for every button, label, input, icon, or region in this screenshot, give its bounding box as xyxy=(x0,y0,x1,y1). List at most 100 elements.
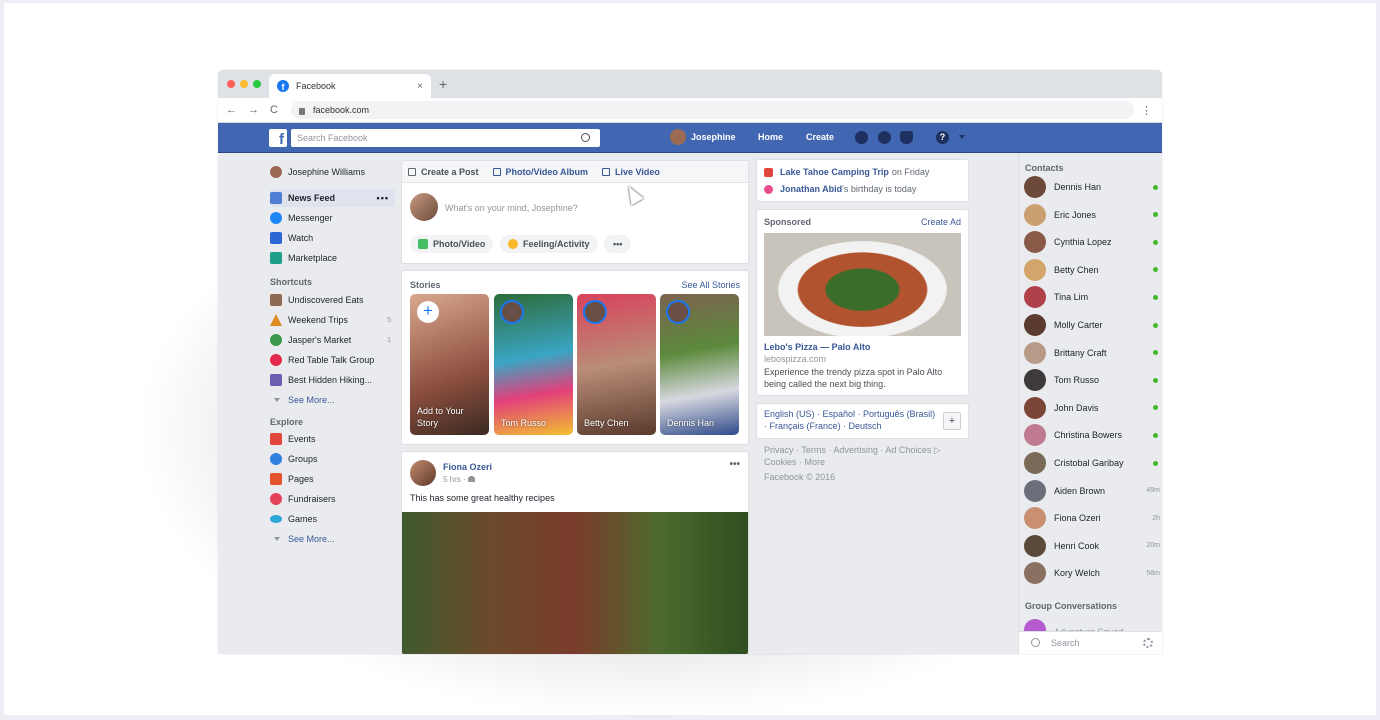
photo-video-button[interactable]: Photo/Video xyxy=(410,235,494,253)
contacts-search-input[interactable]: Search xyxy=(1019,631,1162,654)
contact-item[interactable]: John Davis xyxy=(1024,396,1160,420)
hiking-icon xyxy=(270,374,282,386)
minimize-window-icon[interactable] xyxy=(240,80,248,88)
explore-see-more-link[interactable]: See More... xyxy=(270,534,335,544)
sidebar-item-groups[interactable]: Groups xyxy=(270,450,395,468)
contact-name: Tina Lim xyxy=(1054,292,1089,303)
news-feed-more-button[interactable]: ••• xyxy=(377,193,389,203)
profile-name: Josephine Williams xyxy=(288,167,366,177)
contact-item[interactable]: Tina Lim xyxy=(1024,285,1160,309)
contact-item[interactable]: Kory Welch 58m xyxy=(1024,561,1160,585)
sidebar-item-news-feed[interactable]: News Feed ••• xyxy=(270,189,395,207)
footer-links[interactable]: Privacy · Terms · Advertising · Ad Choic… xyxy=(764,445,941,456)
post-photo[interactable] xyxy=(402,512,748,654)
story-tom-russo[interactable]: Tom Russo xyxy=(494,294,573,435)
close-window-icon[interactable] xyxy=(227,80,235,88)
feeling-activity-button[interactable]: Feeling/Activity xyxy=(500,235,598,253)
new-tab-button[interactable]: + xyxy=(439,76,447,92)
see-all-stories-link[interactable]: See All Stories xyxy=(681,280,740,290)
shortcuts-see-more-link[interactable]: See More... xyxy=(270,395,335,405)
contact-item[interactable]: Cynthia Lopez xyxy=(1024,230,1160,254)
contact-item[interactable]: Eric Jones xyxy=(1024,203,1160,227)
browser-menu-button[interactable]: ⋮ xyxy=(1141,104,1152,117)
post-options-button[interactable]: ••• xyxy=(729,459,740,470)
composer-input[interactable]: What's on your mind, Josephine? xyxy=(445,203,578,213)
sidebar-item-messenger[interactable]: Messenger xyxy=(270,209,395,227)
post-author[interactable]: Fiona Ozeri xyxy=(443,462,492,472)
help-icon[interactable]: ? xyxy=(936,131,949,144)
story-add[interactable]: + Add to Your Story xyxy=(410,294,489,435)
profile-link[interactable]: Josephine Williams xyxy=(270,163,395,181)
post-time-text: 5 hrs · xyxy=(443,475,468,484)
contact-item[interactable]: Henri Cook 20m xyxy=(1024,534,1160,558)
sidebar-item-games[interactable]: Games xyxy=(270,510,395,528)
profile-link[interactable]: Josephine xyxy=(691,132,736,142)
sidebar-item-marketplace[interactable]: Marketplace xyxy=(270,249,395,267)
pages-icon xyxy=(270,473,282,485)
reload-button[interactable]: C xyxy=(270,104,278,116)
online-status-icon xyxy=(1153,350,1158,356)
account-menu-icon[interactable] xyxy=(959,135,965,139)
contact-item[interactable]: Brittany Craft xyxy=(1024,341,1160,365)
language-links[interactable]: · Français (France) · Deutsch xyxy=(764,421,882,431)
contact-name: Kory Welch xyxy=(1054,568,1100,579)
home-link[interactable]: Home xyxy=(758,132,783,142)
avatar[interactable] xyxy=(410,460,436,486)
back-button[interactable]: ← xyxy=(226,104,237,116)
create-link[interactable]: Create xyxy=(806,132,834,142)
gear-icon[interactable] xyxy=(1143,638,1153,648)
search-icon[interactable] xyxy=(581,133,590,142)
messenger-icon[interactable] xyxy=(878,131,891,144)
notifications-icon[interactable] xyxy=(900,131,913,144)
close-tab-icon[interactable]: × xyxy=(417,81,423,92)
contact-item[interactable]: Tom Russo xyxy=(1024,368,1160,392)
add-story-icon[interactable]: + xyxy=(417,301,439,323)
sidebar-item-pages[interactable]: Pages xyxy=(270,470,395,488)
ad-title[interactable]: Lebo's Pizza — Palo Alto xyxy=(764,342,870,352)
contact-item[interactable]: Betty Chen xyxy=(1024,258,1160,282)
contact-item[interactable]: Dennis Han xyxy=(1024,175,1160,199)
footer-links[interactable]: Cookies · More xyxy=(764,457,825,467)
ad-url[interactable]: lebospizza.com xyxy=(764,354,826,364)
sidebar-item-red-table-talk[interactable]: Red Table Talk Group xyxy=(270,351,395,369)
story-dennis-han[interactable]: Dennis Han xyxy=(660,294,739,435)
stories-heading: Stories xyxy=(410,280,441,290)
contact-item[interactable]: Aiden Brown 49m xyxy=(1024,479,1160,503)
sidebar-item-watch[interactable]: Watch xyxy=(270,229,395,247)
facebook-logo-icon[interactable]: f xyxy=(269,129,287,147)
button-label: Feeling/Activity xyxy=(523,239,590,249)
games-icon xyxy=(270,515,282,523)
tab-create-post[interactable]: Create a Post xyxy=(408,167,479,177)
online-status-icon xyxy=(1153,267,1158,273)
event-item[interactable]: Lake Tahoe Camping Trip on Friday xyxy=(764,167,929,177)
add-language-button[interactable]: + xyxy=(943,412,961,430)
browser-tab[interactable]: f Facebook × xyxy=(269,74,431,98)
contact-item[interactable]: Fiona Ozeri 2h xyxy=(1024,506,1160,530)
contact-item[interactable]: Molly Carter xyxy=(1024,313,1160,337)
sidebar-item-best-hidden-hiking[interactable]: Best Hidden Hiking... xyxy=(270,371,395,389)
story-betty-chen[interactable]: Betty Chen xyxy=(577,294,656,435)
url-field[interactable]: facebook.com xyxy=(291,101,1134,119)
friend-requests-icon[interactable] xyxy=(855,131,868,144)
more-options-button[interactable]: ••• xyxy=(604,235,632,253)
ad-image[interactable] xyxy=(764,233,961,336)
sidebar-item-jaspers-market[interactable]: Jasper's Market 1 xyxy=(270,331,395,349)
sidebar-item-label: News Feed xyxy=(288,193,336,203)
tab-photo-video-album[interactable]: Photo/Video Album xyxy=(492,167,588,177)
sidebar-item-fundraisers[interactable]: Fundraisers xyxy=(270,490,395,508)
sidebar-item-weekend-trips[interactable]: Weekend Trips 5 xyxy=(270,311,395,329)
language-links[interactable]: English (US) · Español · Português (Bras… xyxy=(764,409,935,419)
user-avatar[interactable] xyxy=(670,129,686,145)
birthday-item[interactable]: Jonathan Abid's birthday is today xyxy=(764,184,916,194)
create-ad-link[interactable]: Create Ad xyxy=(921,217,961,227)
contact-item[interactable]: Christina Bowers xyxy=(1024,423,1160,447)
sidebar-item-events[interactable]: Events xyxy=(270,430,395,448)
forward-button[interactable]: → xyxy=(248,104,259,116)
avatar xyxy=(583,300,607,324)
sidebar-item-undiscovered-eats[interactable]: Undiscovered Eats xyxy=(270,291,395,309)
search-input[interactable]: Search Facebook xyxy=(291,129,600,147)
contact-item[interactable]: Cristobal Garibay xyxy=(1024,451,1160,475)
maximize-window-icon[interactable] xyxy=(253,80,261,88)
sidebar-item-label: Fundraisers xyxy=(288,494,336,504)
tab-live-video[interactable]: Live Video xyxy=(602,167,660,177)
